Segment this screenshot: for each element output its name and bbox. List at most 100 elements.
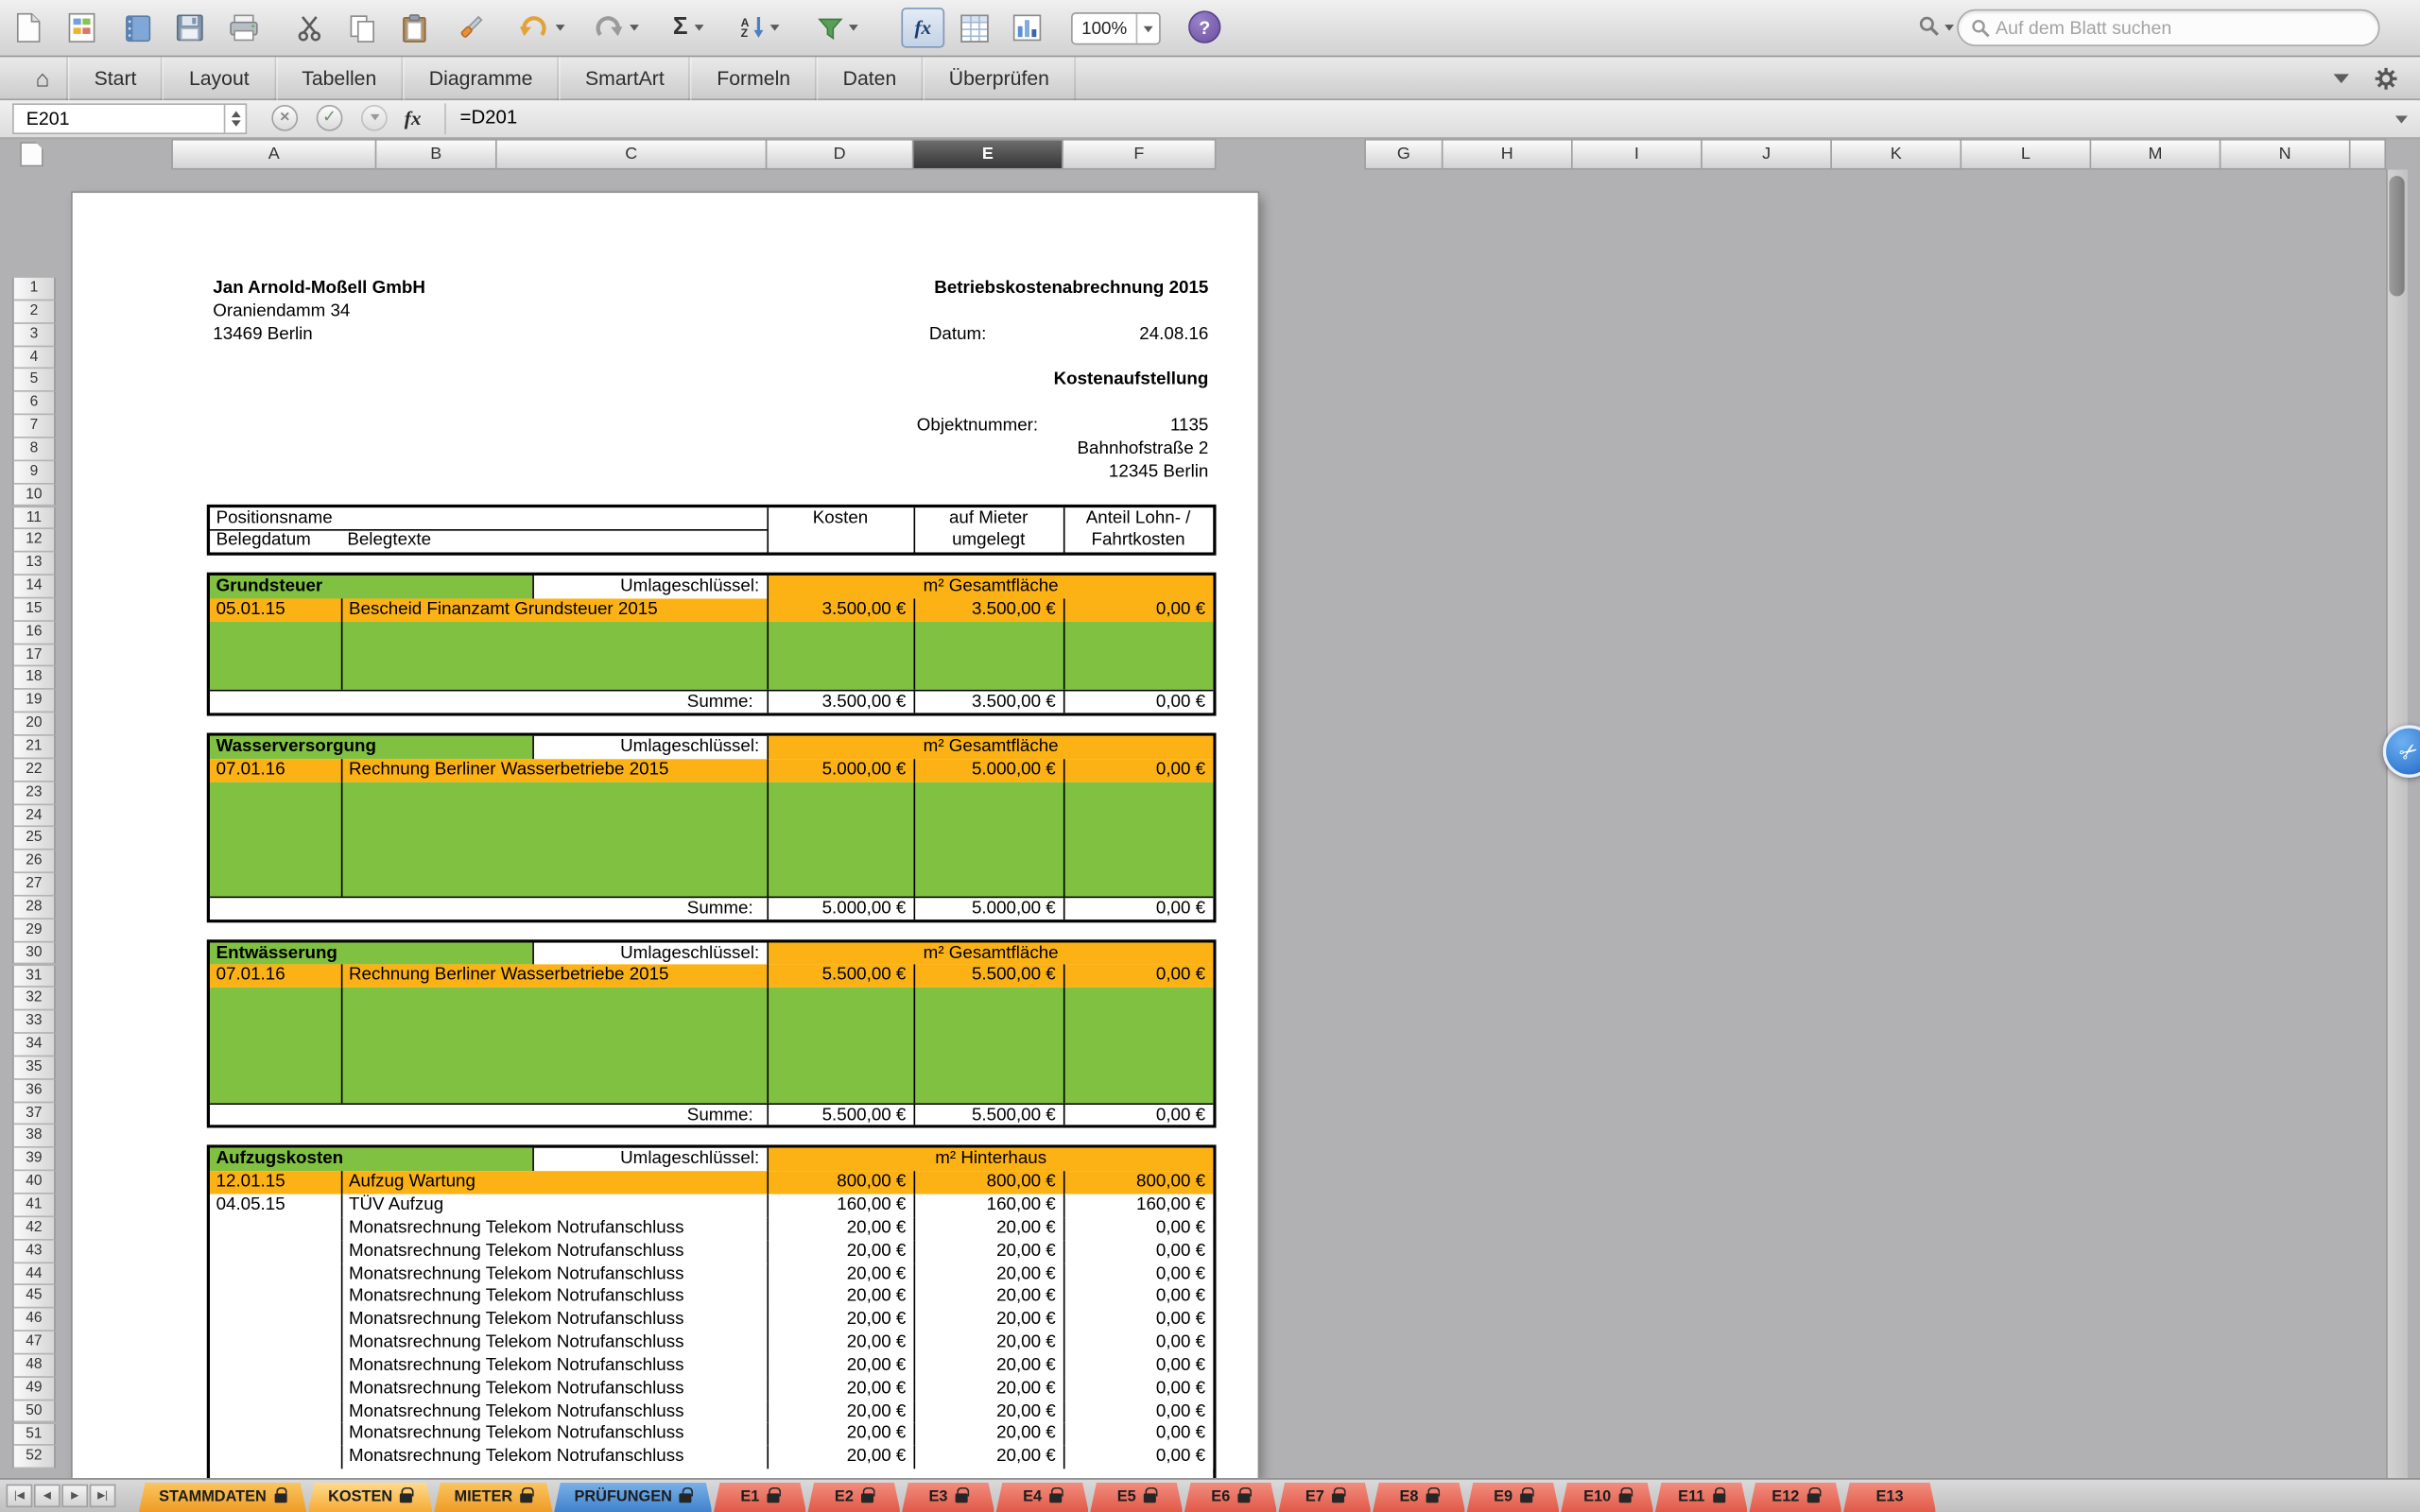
expense-date[interactable]: 04.05.15 — [210, 1194, 339, 1217]
expense-anteil[interactable]: 0,00 € — [1063, 965, 1213, 988]
summe-anteil[interactable]: 0,00 € — [1063, 692, 1213, 714]
expense-anteil[interactable]: 0,00 € — [1063, 1240, 1213, 1263]
header-umgelegt[interactable]: umgelegt — [914, 530, 1063, 553]
row-header-47[interactable]: 47 — [12, 1332, 56, 1354]
expense-date[interactable] — [210, 1286, 339, 1309]
row-header-36[interactable]: 36 — [12, 1079, 56, 1102]
column-header-a[interactable]: A — [171, 139, 376, 170]
sheet-tab-e8[interactable]: E8 — [1373, 1483, 1465, 1512]
format-painter-button[interactable] — [457, 5, 484, 51]
header-anteil[interactable]: Anteil Lohn- / — [1063, 507, 1213, 529]
row-header-8[interactable]: 8 — [12, 438, 56, 461]
undo-menu-caret[interactable] — [556, 25, 565, 31]
filter-menu-caret[interactable] — [849, 25, 858, 31]
expense-umgelegt[interactable]: 20,00 € — [914, 1354, 1063, 1377]
expense-date[interactable] — [210, 1446, 339, 1469]
last-sheet-button[interactable]: ▶| — [90, 1485, 116, 1507]
sheet-tab-e3[interactable]: E3 — [902, 1483, 994, 1512]
expense-kosten[interactable]: 20,00 € — [767, 1378, 913, 1400]
ribbon-collapse-chevron-icon[interactable] — [2334, 74, 2349, 83]
sheet-tab-e13[interactable]: E13 — [1843, 1483, 1936, 1512]
autosum-button[interactable]: Σ — [673, 5, 703, 51]
expense-kosten[interactable]: 20,00 € — [767, 1217, 913, 1240]
expense-anteil[interactable]: 800,00 € — [1063, 1171, 1213, 1194]
sheet-tab-kosten[interactable]: KOSTEN — [308, 1483, 433, 1512]
accept-button[interactable]: ✓ — [317, 105, 343, 131]
vertical-scrollbar[interactable] — [2386, 170, 2408, 1478]
zoom-caret[interactable] — [1144, 26, 1153, 32]
expense-row[interactable]: 07.01.16Rechnung Berliner Wasserbetriebe… — [210, 965, 1213, 988]
expense-kosten[interactable]: 20,00 € — [767, 1423, 913, 1446]
expense-umgelegt[interactable]: 3.500,00 € — [914, 598, 1063, 621]
row-header-50[interactable]: 50 — [12, 1400, 56, 1423]
cell-object-label[interactable]: Objektnummer: — [917, 415, 1038, 438]
expense-text[interactable]: Rechnung Berliner Wasserbetriebe 2015 — [342, 759, 765, 782]
row-header-15[interactable]: 15 — [12, 598, 56, 621]
row-header-34[interactable]: 34 — [12, 1034, 56, 1057]
zoom-control[interactable]: 100% — [1071, 12, 1161, 44]
column-header-k[interactable]: K — [1832, 139, 1962, 170]
expense-umgelegt[interactable]: 20,00 € — [914, 1332, 1063, 1354]
row-header-26[interactable]: 26 — [12, 850, 56, 873]
row-header-7[interactable]: 7 — [12, 415, 56, 438]
column-header-e[interactable]: E — [914, 139, 1063, 170]
vertical-scrollbar-thumb[interactable] — [2389, 176, 2404, 296]
expense-anteil[interactable]: 0,00 € — [1063, 1217, 1213, 1240]
expense-anteil[interactable]: 0,00 € — [1063, 1332, 1213, 1354]
expense-anteil[interactable]: 0,00 € — [1063, 1263, 1213, 1285]
umlageschluessel-value[interactable]: m² Hinterhaus — [767, 1148, 1213, 1171]
expense-date[interactable]: 07.01.16 — [210, 965, 339, 988]
cut-button[interactable] — [296, 5, 322, 51]
column-header-d[interactable]: D — [767, 139, 913, 170]
expense-row[interactable]: Monatsrechnung Telekom Notrufanschluss20… — [210, 1378, 1213, 1400]
row-header-21[interactable]: 21 — [12, 736, 56, 759]
row-header-19[interactable]: 19 — [12, 690, 56, 713]
expense-text[interactable]: TÜV Aufzug — [342, 1194, 765, 1217]
expense-text[interactable]: Monatsrechnung Telekom Notrufanschluss — [342, 1240, 765, 1263]
expense-umgelegt[interactable]: 160,00 € — [914, 1194, 1063, 1217]
row-header-13[interactable]: 13 — [12, 553, 56, 576]
formula-input[interactable]: =D201 — [460, 107, 518, 129]
column-header-n[interactable]: N — [2221, 139, 2350, 170]
expense-anteil[interactable]: 160,00 € — [1063, 1194, 1213, 1217]
expense-row[interactable]: Monatsrechnung Telekom Notrufanschluss20… — [210, 1446, 1213, 1469]
ribbon-tab-daten[interactable]: Daten — [817, 57, 923, 100]
search-input[interactable] — [1996, 17, 2335, 39]
summe-umgelegt[interactable]: 5.000,00 € — [914, 898, 1063, 920]
expense-row[interactable]: Monatsrechnung Telekom Notrufanschluss20… — [210, 1332, 1213, 1354]
row-header-2[interactable]: 2 — [12, 301, 56, 323]
cell-title[interactable]: Betriebskostenabrechnung 2015 — [746, 278, 1209, 301]
expense-anteil[interactable]: 0,00 € — [1063, 1354, 1213, 1377]
expense-umgelegt[interactable]: 5.000,00 € — [914, 759, 1063, 782]
column-header-h[interactable]: H — [1443, 139, 1573, 170]
expense-date[interactable]: 07.01.16 — [210, 759, 339, 782]
ribbon-tab-formeln[interactable]: Formeln — [691, 57, 817, 100]
row-header-35[interactable]: 35 — [12, 1057, 56, 1079]
blank-rows[interactable] — [210, 988, 1213, 1102]
expense-text[interactable]: Monatsrechnung Telekom Notrufanschluss — [342, 1378, 765, 1400]
expense-anteil[interactable]: 0,00 € — [1063, 1309, 1213, 1332]
expense-row[interactable]: Monatsrechnung Telekom Notrufanschluss20… — [210, 1309, 1213, 1332]
expense-row[interactable]: Monatsrechnung Telekom Notrufanschluss20… — [210, 1400, 1213, 1423]
column-header-g[interactable]: G — [1364, 139, 1443, 170]
header-kosten[interactable]: Kosten — [767, 507, 913, 529]
cell-object-city[interactable]: 12345 Berlin — [900, 461, 1209, 484]
row-header-52[interactable]: 52 — [12, 1446, 56, 1469]
expense-text[interactable]: Monatsrechnung Telekom Notrufanschluss — [342, 1423, 765, 1446]
expense-row[interactable]: 12.01.15Aufzug Wartung800,00 €800,00 €80… — [210, 1171, 1213, 1194]
umlageschluessel-value[interactable]: m² Gesamtfläche — [767, 576, 1213, 598]
row-header-41[interactable]: 41 — [12, 1194, 56, 1217]
search-scope-button[interactable] — [1918, 15, 1954, 38]
expense-text[interactable]: Monatsrechnung Telekom Notrufanschluss — [342, 1263, 765, 1285]
sheet-tab-mieter[interactable]: MIETER — [434, 1483, 552, 1512]
row-header-44[interactable]: 44 — [12, 1263, 56, 1285]
page-layout-corner-icon[interactable] — [20, 142, 43, 166]
sheet-tab-e1[interactable]: E1 — [714, 1483, 806, 1512]
gear-icon[interactable] — [2374, 66, 2398, 98]
sheet-tab-e10[interactable]: E10 — [1561, 1483, 1653, 1512]
ribbon-tab-layout[interactable]: Layout — [163, 57, 275, 100]
row-header-10[interactable]: 10 — [12, 484, 56, 507]
ribbon-tab-smartart[interactable]: SmartArt — [559, 57, 690, 100]
expense-anteil[interactable]: 0,00 € — [1063, 759, 1213, 782]
row-header-4[interactable]: 4 — [12, 347, 56, 369]
